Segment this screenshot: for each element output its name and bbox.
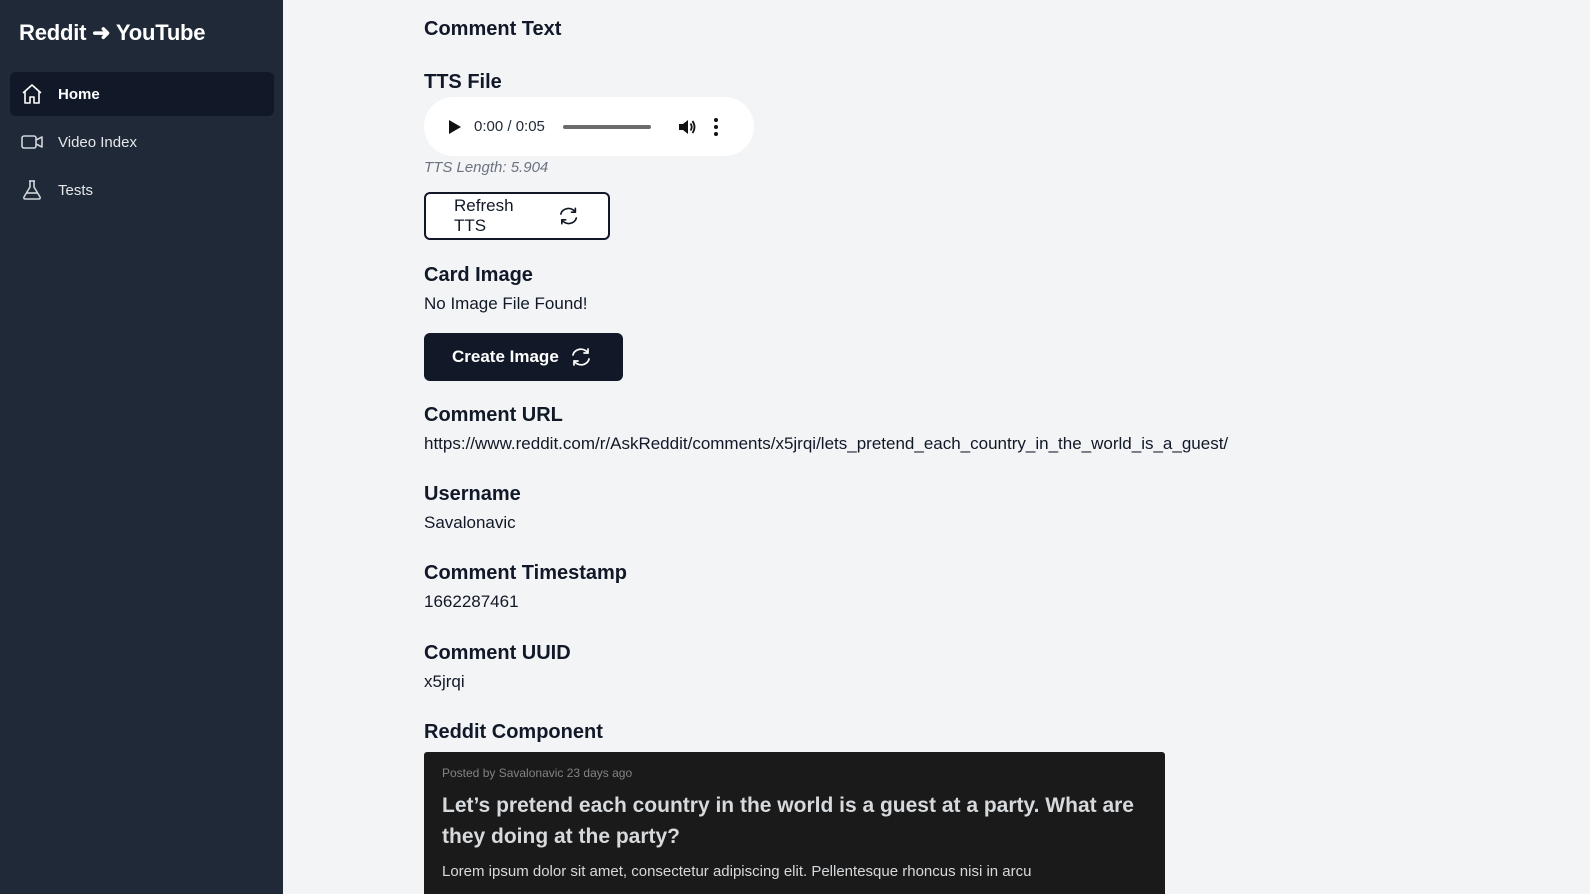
- flask-icon: [20, 178, 44, 202]
- comment-uuid-value: x5jrqi: [424, 672, 465, 691]
- post-body: Lorem ipsum dolor sit amet, consectetur …: [442, 863, 1032, 880]
- refresh-icon: [571, 348, 590, 366]
- app-brand: Reddit ➜ YouTube: [19, 20, 206, 45]
- sidebar-item-home[interactable]: Home: [10, 72, 274, 116]
- comment-timestamp-value: 1662287461: [424, 592, 519, 611]
- audio-player[interactable]: 0:00 / 0:05: [424, 97, 754, 156]
- audio-time: 0:00 / 0:05: [474, 118, 545, 135]
- sidebar-item-label: Video Index: [58, 133, 137, 151]
- refresh-tts-label: Refresh TTS: [454, 196, 514, 235]
- refresh-icon: [559, 207, 577, 225]
- sidebar-item-label: Home: [58, 85, 100, 103]
- audio-progress-track[interactable]: [562, 124, 651, 129]
- comment-timestamp-heading: Comment Timestamp: [424, 562, 628, 584]
- play-icon[interactable]: [448, 119, 462, 135]
- refresh-tts-button[interactable]: Refresh TTS: [424, 192, 610, 240]
- more-options-icon[interactable]: [713, 117, 719, 136]
- comment-url-value[interactable]: https://www.reddit.com/r/AskReddit/comme…: [424, 434, 1228, 454]
- card-image-value: No Image File Found!: [424, 294, 588, 313]
- username-value: Savalonavic: [424, 513, 516, 532]
- create-image-label: Create Image: [452, 347, 559, 366]
- tts-length: TTS Length: 5.904: [424, 159, 549, 176]
- comment-text-heading: Comment Text: [424, 18, 562, 40]
- post-meta: Posted by Savalonavic 23 days ago: [442, 766, 633, 780]
- reddit-post-card: Posted by Savalonavic 23 days ago Let’s …: [424, 752, 1165, 894]
- create-image-button[interactable]: Create Image: [424, 333, 623, 381]
- comment-uuid-heading: Comment UUID: [424, 642, 571, 664]
- username-heading: Username: [424, 483, 521, 505]
- volume-icon[interactable]: [677, 117, 697, 137]
- tts-file-heading: TTS File: [424, 71, 502, 93]
- home-icon: [20, 82, 44, 106]
- sidebar-item-tests[interactable]: Tests: [10, 168, 274, 212]
- video-camera-icon: [20, 130, 44, 154]
- sidebar-item-video-index[interactable]: Video Index: [10, 120, 274, 164]
- reddit-component-heading: Reddit Component: [424, 721, 603, 743]
- sidebar-item-label: Tests: [58, 181, 94, 199]
- card-image-heading: Card Image: [424, 264, 533, 286]
- post-title: Let’s pretend each country in the world …: [442, 794, 1134, 848]
- comment-url-heading: Comment URL: [424, 404, 563, 426]
- sidebar: Reddit ➜ YouTube Home Video Index Tests: [0, 0, 283, 894]
- main-content: Comment Text TTS File 0:00 / 0:05 TTS Le…: [424, 0, 1574, 894]
